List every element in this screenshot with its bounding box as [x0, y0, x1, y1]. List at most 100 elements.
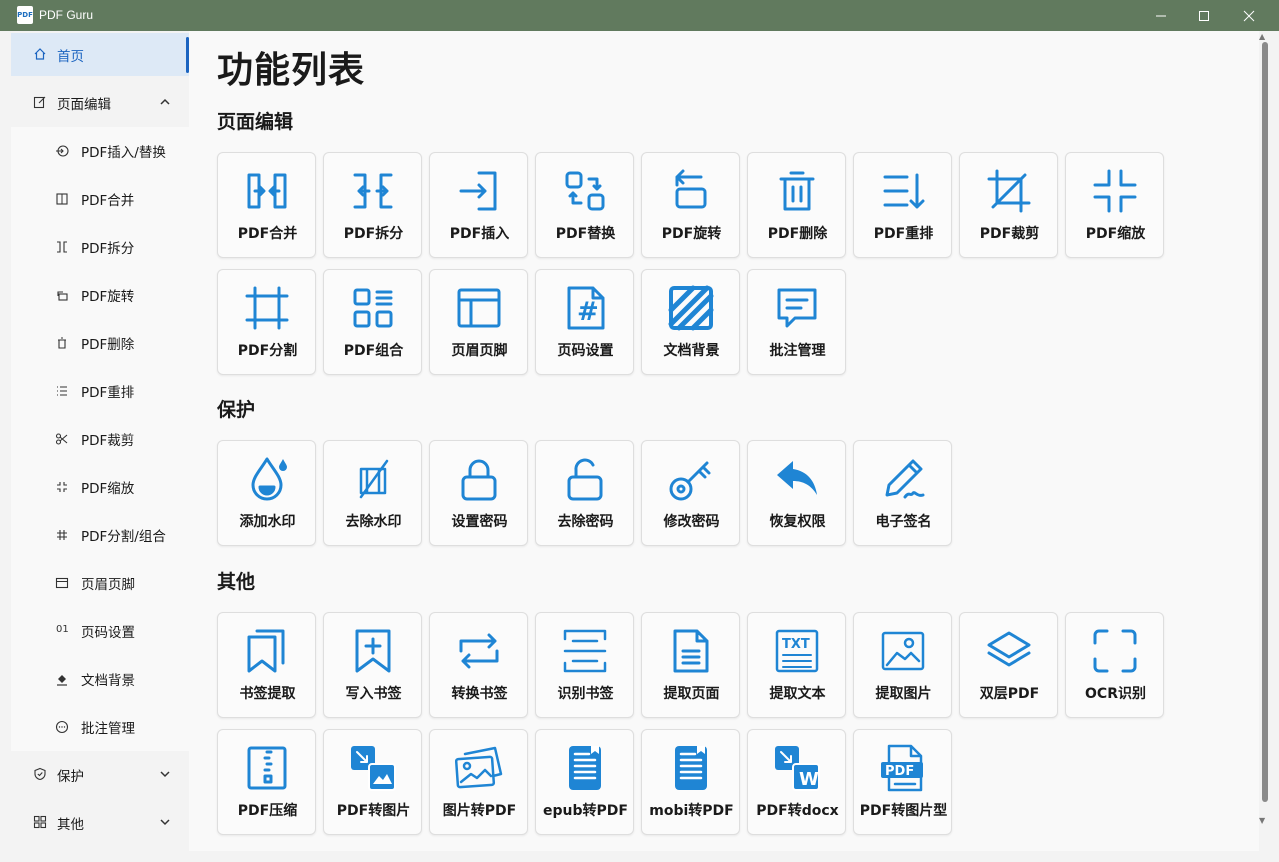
sidebar-item-label: 文档背景	[81, 673, 135, 689]
sidebar-item-background[interactable]: 文档背景	[11, 655, 189, 703]
tile-add-watermark[interactable]: 添加水印	[217, 440, 316, 546]
tile-extract-images[interactable]: 提取图片	[853, 612, 952, 718]
tile-mobi-to-pdf[interactable]: mobi转PDF	[641, 729, 740, 835]
chevron-up-icon[interactable]	[159, 96, 171, 108]
tile-e-signature[interactable]: 电子签名	[853, 440, 952, 546]
tile-change-password[interactable]: 修改密码	[641, 440, 740, 546]
sidebar-item-crop[interactable]: PDF裁剪	[11, 415, 189, 463]
tile-pdf-to-image[interactable]: PDF转图片	[323, 729, 422, 835]
tile-pdf-split[interactable]: PDF拆分	[323, 152, 422, 258]
page-title: 功能列表	[217, 50, 366, 91]
minimize-button[interactable]	[1138, 0, 1184, 31]
tile-label: 批注管理	[769, 343, 826, 359]
tile-pdf-rotate[interactable]: PDF旋转	[641, 152, 740, 258]
tile-label: 恢复权限	[769, 514, 826, 530]
chevron-down-icon[interactable]	[159, 816, 171, 828]
sidebar-item-page-number[interactable]: 01 页码设置	[11, 607, 189, 655]
tile-bookmark-convert[interactable]: 转换书签	[429, 612, 528, 718]
tile-pdf-divide[interactable]: PDF分割	[217, 269, 316, 375]
sidebar-item-annotation[interactable]: 批注管理	[11, 703, 189, 751]
section-title-other: 其他	[217, 571, 256, 593]
document-icon	[673, 629, 709, 673]
chevron-down-icon[interactable]	[159, 768, 171, 780]
tile-label: PDF压缩	[237, 803, 298, 819]
title-bar: PDF PDF Guru	[0, 0, 1279, 31]
nav-other[interactable]: 其他	[11, 801, 189, 844]
tile-remove-password[interactable]: 去除密码	[535, 440, 634, 546]
tile-label: PDF旋转	[661, 226, 722, 242]
sidebar-item-merge[interactable]: PDF合并	[11, 175, 189, 223]
home-icon	[34, 48, 46, 60]
tile-ocr[interactable]: OCR识别	[1065, 612, 1164, 718]
sidebar-item-split[interactable]: PDF拆分	[11, 223, 189, 271]
sidebar-item-split-combine[interactable]: PDF分割/组合	[11, 511, 189, 559]
tile-label: PDF拆分	[343, 226, 404, 242]
app-window: PDF PDF Guru 首页 页面编辑 PDF插入/替换 PDF合并 PDF拆…	[0, 0, 1279, 862]
svg-text:W: W	[799, 769, 819, 790]
tile-label: PDF合并	[237, 226, 298, 242]
tile-bookmark-extract[interactable]: 书签提取	[217, 612, 316, 718]
tile-bookmark-write[interactable]: 写入书签	[323, 612, 422, 718]
tile-pdf-merge[interactable]: PDF合并	[217, 152, 316, 258]
pattern-icon	[668, 285, 714, 331]
tile-extract-pages[interactable]: 提取页面	[641, 612, 740, 718]
tile-dual-layer-pdf[interactable]: 双层PDF	[959, 612, 1058, 718]
tile-extract-text[interactable]: TXT 提取文本	[747, 612, 846, 718]
tile-restore-permission[interactable]: 恢复权限	[747, 440, 846, 546]
scroll-up-arrow[interactable]: ▲	[1259, 32, 1265, 41]
tile-pdf-combine[interactable]: PDF组合	[323, 269, 422, 375]
maximize-button[interactable]	[1181, 0, 1227, 31]
svg-text:#: #	[577, 297, 599, 327]
tile-pdf-crop[interactable]: PDF裁剪	[959, 152, 1058, 258]
tile-image-to-pdf[interactable]: 图片转PDF	[429, 729, 528, 835]
sidebar-item-label: PDF缩放	[81, 481, 135, 497]
tile-pdf-insert[interactable]: PDF插入	[429, 152, 528, 258]
ebook-icon	[675, 746, 707, 790]
tile-annotation-manage[interactable]: 批注管理	[747, 269, 846, 375]
pdf-to-image-icon	[351, 746, 396, 791]
tile-pdf-scale[interactable]: PDF缩放	[1065, 152, 1164, 258]
tile-pdf-replace[interactable]: PDF替换	[535, 152, 634, 258]
tile-pdf-to-image-pdf[interactable]: PDF PDF转图片型	[853, 729, 952, 835]
txt-file-icon: TXT	[775, 629, 819, 673]
tile-remove-watermark[interactable]: 去除水印	[323, 440, 422, 546]
nav-protect[interactable]: 保护	[11, 753, 189, 796]
close-button[interactable]	[1226, 0, 1272, 31]
window-bottom-border	[0, 851, 1279, 862]
sidebar-item-reorder[interactable]: PDF重排	[11, 367, 189, 415]
zip-icon	[247, 746, 287, 790]
tile-set-password[interactable]: 设置密码	[429, 440, 528, 546]
trash-icon	[779, 171, 815, 211]
sidebar-item-delete[interactable]: PDF删除	[11, 319, 189, 367]
tile-pdf-delete[interactable]: PDF删除	[747, 152, 846, 258]
tile-document-background[interactable]: 文档背景	[641, 269, 740, 375]
scan-icon	[563, 629, 607, 673]
scroll-down-arrow[interactable]: ▼	[1259, 816, 1265, 825]
sidebar-item-scale[interactable]: PDF缩放	[11, 463, 189, 511]
vertical-scrollbar[interactable]	[1262, 42, 1268, 802]
tile-epub-to-pdf[interactable]: epub转PDF	[535, 729, 634, 835]
tile-label: 添加水印	[239, 514, 296, 530]
comment-icon	[55, 720, 69, 734]
comment-icon	[777, 288, 817, 328]
tile-page-number[interactable]: # 页码设置	[535, 269, 634, 375]
nav-home-label: 首页	[57, 49, 84, 65]
sidebar-item-rotate[interactable]: PDF旋转	[11, 271, 189, 319]
no-mark-icon	[359, 459, 389, 499]
minimize-icon	[1156, 15, 1166, 16]
list-icon	[57, 386, 67, 396]
image-icon	[881, 631, 925, 671]
tile-pdf-reorder[interactable]: PDF重排	[853, 152, 952, 258]
tile-pdf-to-docx[interactable]: W PDF转docx	[747, 729, 846, 835]
tile-bookmark-recognize[interactable]: 识别书签	[535, 612, 634, 718]
nav-page-edit[interactable]: 页面编辑	[11, 81, 189, 124]
tile-label: mobi转PDF	[649, 803, 734, 819]
tile-header-footer[interactable]: 页眉页脚	[429, 269, 528, 375]
tile-pdf-compress[interactable]: PDF压缩	[217, 729, 316, 835]
sidebar-item-insert-replace[interactable]: PDF插入/替换	[11, 127, 189, 175]
nav-home[interactable]: 首页	[11, 33, 189, 76]
main-content: 功能列表 页面编辑 PDF合并 PDF拆分 PDF插入 PDF替换 PDF旋转 …	[189, 31, 1259, 851]
scissors-icon	[55, 433, 68, 445]
sidebar-item-header-footer[interactable]: 页眉页脚	[11, 559, 189, 607]
tile-label: 转换书签	[451, 686, 508, 702]
